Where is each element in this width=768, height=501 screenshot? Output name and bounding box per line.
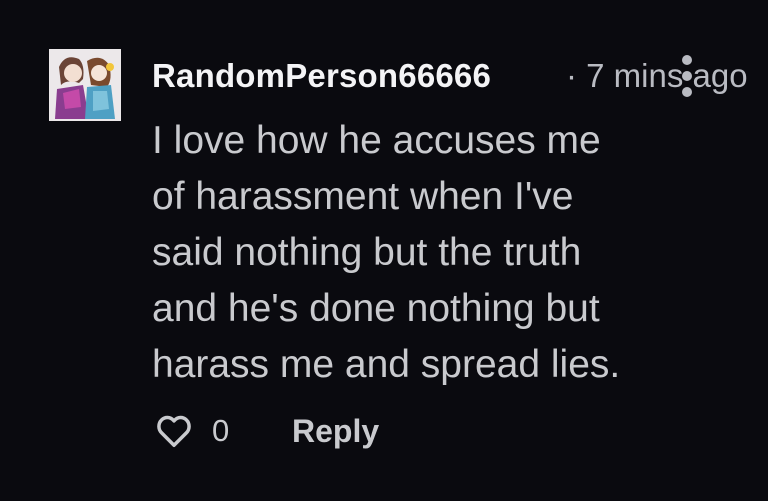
reply-button[interactable]: Reply <box>292 408 379 454</box>
comment-line: and he's done nothing but <box>152 287 600 330</box>
avatar[interactable] <box>49 49 121 121</box>
more-options-icon[interactable] <box>679 53 695 99</box>
avatar-drawing <box>49 49 121 121</box>
username[interactable]: RandomPerson66666 <box>152 54 491 98</box>
heart-icon[interactable] <box>155 412 193 450</box>
comment-line: of harassment when I've <box>152 175 574 218</box>
comment-line: harass me and spread lies. <box>152 343 621 386</box>
comment: RandomPerson66666 · 7 mins ago I love ho… <box>0 0 768 501</box>
comment-body: I love how he accuses me of harassment w… <box>152 113 712 393</box>
timestamp: · 7 mins ago <box>566 57 748 94</box>
like-count: 0 <box>212 413 230 448</box>
comment-line: said nothing but the truth <box>152 231 582 274</box>
comment-line: I love how he accuses me <box>152 119 601 162</box>
